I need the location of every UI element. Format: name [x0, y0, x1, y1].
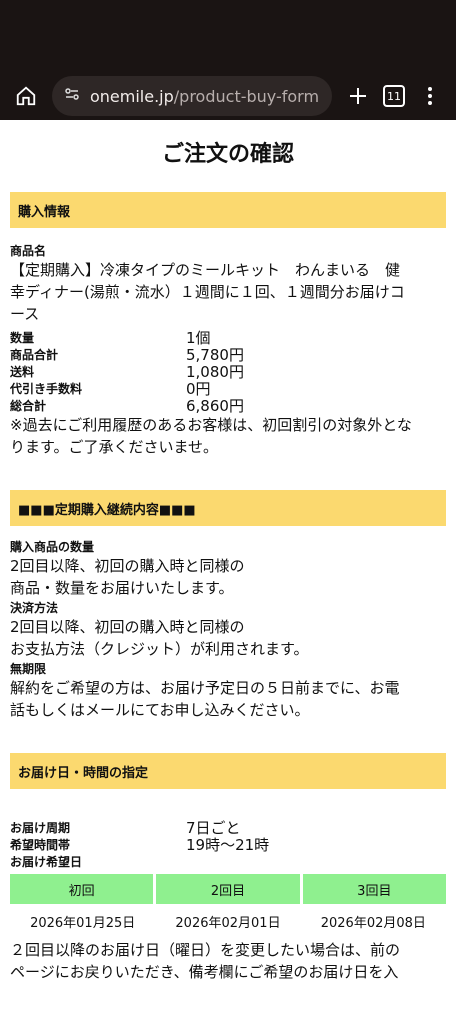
purchase-info-heading: 購入情報 [10, 192, 446, 228]
subscription-qty-line-1: 2回目以降、初回の購入時と同様の [10, 557, 245, 575]
delivery-time-row: 希望時間帯 19時〜21時 [10, 836, 446, 854]
change-date-note-line-2: ページにお戻りいただき、備考欄にご希望のお届け日を入 [10, 963, 399, 981]
tab-count: 11 [383, 85, 405, 107]
site-settings-icon[interactable] [64, 86, 80, 106]
page-title: ご注文の確認 [161, 142, 294, 167]
schedule-header-cell: 初回 [10, 874, 154, 904]
product-name-label: 商品名 [10, 244, 47, 258]
row-label: 商品合計 [10, 348, 59, 362]
row-value: 19時〜21時 [186, 836, 270, 854]
subscription-heading: ■■■定期購入継続内容■■■ [10, 490, 446, 526]
schedule-dates: 2026年01月25日 2026年02月01日 2026年02月08日 [10, 912, 446, 931]
total-row: 総合計 6,860円 [10, 397, 446, 415]
payment-method-line-2: お支払方法（クレジット）が利用されます。 [10, 640, 309, 658]
row-label: 総合計 [10, 399, 47, 413]
discount-note-line-2: ります。ご了承くださいませ。 [10, 438, 219, 456]
schedule-header-cell: 3回目 [302, 874, 446, 904]
subscription-qty-line-2: 商品・数量をお届けいたします。 [10, 579, 234, 597]
product-name-line-2: 幸ディナー(湯煎・流水）１週間に１回、１週間分お届けコ [10, 283, 405, 301]
change-date-note-line-1: ２回目以降のお届け日（曜日）を変更したい場合は、前の [10, 941, 401, 959]
url-host: onemile.jp [90, 86, 174, 106]
address-bar[interactable]: onemile.jp/product-buy-form [52, 76, 332, 116]
status-bar [0, 0, 456, 72]
shipping-row: 送料 1,080円 [10, 363, 446, 381]
home-icon[interactable] [8, 78, 44, 114]
row-label: お届け希望日 [10, 855, 83, 869]
discount-note-line-1: ※過去にご利用履歴のあるお客様は、初回割引の対象外とな [10, 416, 412, 434]
delivery-date-row: お届け希望日 [10, 853, 446, 870]
schedule-date: 2026年02月08日 [320, 916, 426, 931]
schedule-date: 2026年01月25日 [30, 916, 136, 931]
payment-method-line-1: 2回目以降、初回の購入時と同様の [10, 618, 245, 636]
product-name-line-3: ース [10, 305, 40, 323]
delivery-heading: お届け日・時間の指定 [10, 753, 446, 789]
browser-toolbar: onemile.jp/product-buy-form 11 [0, 72, 456, 120]
row-value: 6,860円 [186, 397, 244, 415]
period-label: 無期限 [10, 662, 47, 676]
subscription-qty-label: 購入商品の数量 [10, 540, 95, 554]
schedule-header-cell: 2回目 [156, 874, 300, 904]
row-label: 代引き手数料 [10, 382, 83, 396]
new-tab-icon[interactable] [340, 78, 376, 114]
schedule-date: 2026年02月01日 [175, 916, 281, 931]
url-path: /product-buy-form [173, 86, 320, 106]
schedule-header: 初回 2回目 3回目 [10, 874, 446, 904]
cancel-info-line-1: 解約をご希望の方は、お届け予定日の５日前までに、お電 [10, 679, 400, 697]
product-name-line-1: 【定期購入】冷凍タイプのミールキット わんまいる 健 [10, 261, 401, 279]
row-label: お届け周期 [10, 821, 71, 835]
more-menu-icon[interactable] [412, 78, 448, 114]
row-label: 送料 [10, 365, 35, 379]
payment-method-label: 決済方法 [10, 601, 59, 615]
row-label: 数量 [10, 331, 35, 345]
cancel-info-line-2: 話もしくはメールにてお申し込みください。 [10, 701, 310, 719]
tab-switcher-button[interactable]: 11 [376, 78, 412, 114]
row-label: 希望時間帯 [10, 838, 71, 852]
